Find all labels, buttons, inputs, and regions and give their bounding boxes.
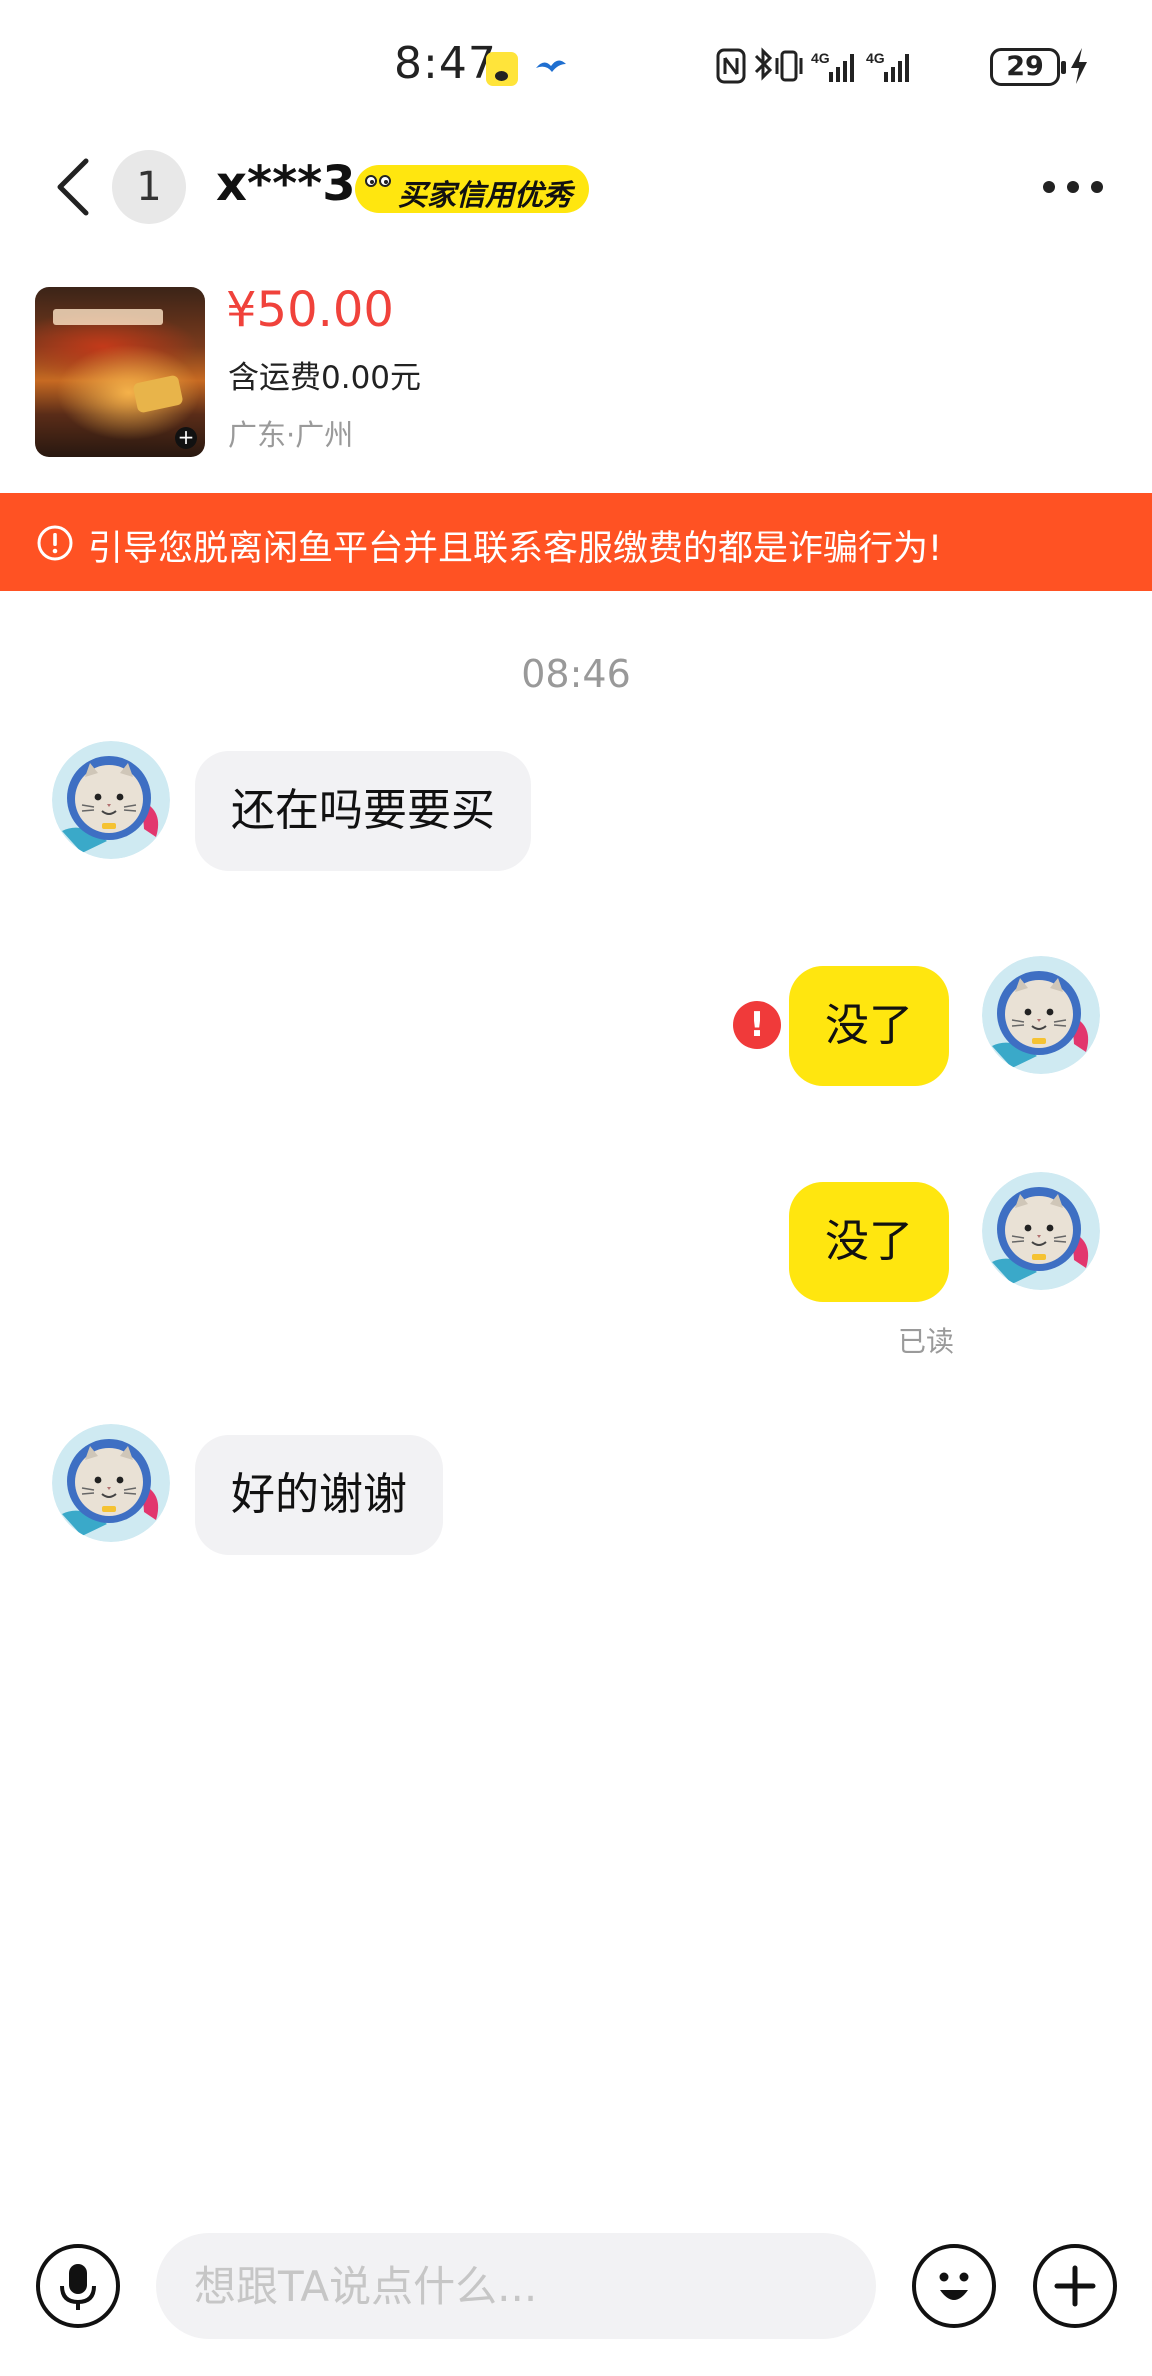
avatar[interactable]	[982, 1172, 1100, 1290]
read-status: 已读	[898, 1325, 955, 1358]
cat-avatar-icon	[982, 956, 1100, 1074]
cat-avatar-icon	[52, 741, 170, 859]
item-location: 广东·广州	[228, 418, 354, 452]
more-icon[interactable]	[1040, 175, 1106, 199]
app-notification-icon	[486, 52, 518, 86]
microphone-icon	[60, 2264, 96, 2310]
back-icon[interactable]	[50, 155, 96, 219]
item-shipping: 含运费0.00元	[228, 360, 422, 396]
svg-text:4G: 4G	[811, 50, 830, 66]
status-icons: 4G 4G	[716, 47, 909, 84]
message-bubble-incoming[interactable]: 好的谢谢	[195, 1435, 443, 1555]
cat-avatar-icon	[52, 1424, 170, 1542]
nfc-icon	[716, 48, 746, 84]
bluetooth-icon	[754, 47, 773, 81]
svg-text:4G: 4G	[866, 50, 885, 66]
emoji-icon	[939, 2272, 969, 2300]
message-input[interactable]	[156, 2233, 876, 2339]
status-time: 8:47	[394, 38, 497, 89]
signal-4g-icon: 4G	[866, 50, 909, 82]
chat-timestamp: 08:46	[521, 652, 631, 696]
cat-avatar-icon	[982, 1172, 1100, 1290]
warning-icon	[37, 525, 73, 561]
warning-text: 引导您脱离闲鱼平台并且联系客服缴费的都是诈骗行为!	[88, 529, 943, 569]
battery-icon: 29	[990, 48, 1066, 86]
voice-button[interactable]	[36, 2244, 120, 2328]
avatar[interactable]	[52, 1424, 170, 1542]
message-bubble-outgoing[interactable]: 没了	[789, 1182, 949, 1302]
more-actions-button[interactable]	[1033, 2244, 1117, 2328]
message-bubble-outgoing[interactable]: 没了	[789, 966, 949, 1086]
signal-4g-icon: 4G	[811, 50, 854, 82]
avatar[interactable]	[52, 741, 170, 859]
item-price: ¥50.00	[226, 282, 394, 338]
emoji-button[interactable]	[912, 2244, 996, 2328]
message-bubble-incoming[interactable]: 还在吗要要买	[195, 751, 531, 871]
bird-icon	[536, 60, 566, 72]
unread-count-badge[interactable]: 1	[112, 150, 186, 224]
plus-icon	[1054, 2265, 1096, 2307]
avatar[interactable]	[982, 956, 1100, 1074]
chat-user-name[interactable]: x***3	[216, 156, 356, 212]
credit-badge-label: 买家信用优秀	[398, 178, 573, 212]
send-failed-icon[interactable]: !	[733, 1001, 781, 1049]
charging-icon	[1071, 48, 1087, 84]
item-thumbnail[interactable]: +	[35, 287, 205, 457]
vibrate-icon	[775, 50, 803, 82]
fish-face-icon	[360, 169, 396, 201]
